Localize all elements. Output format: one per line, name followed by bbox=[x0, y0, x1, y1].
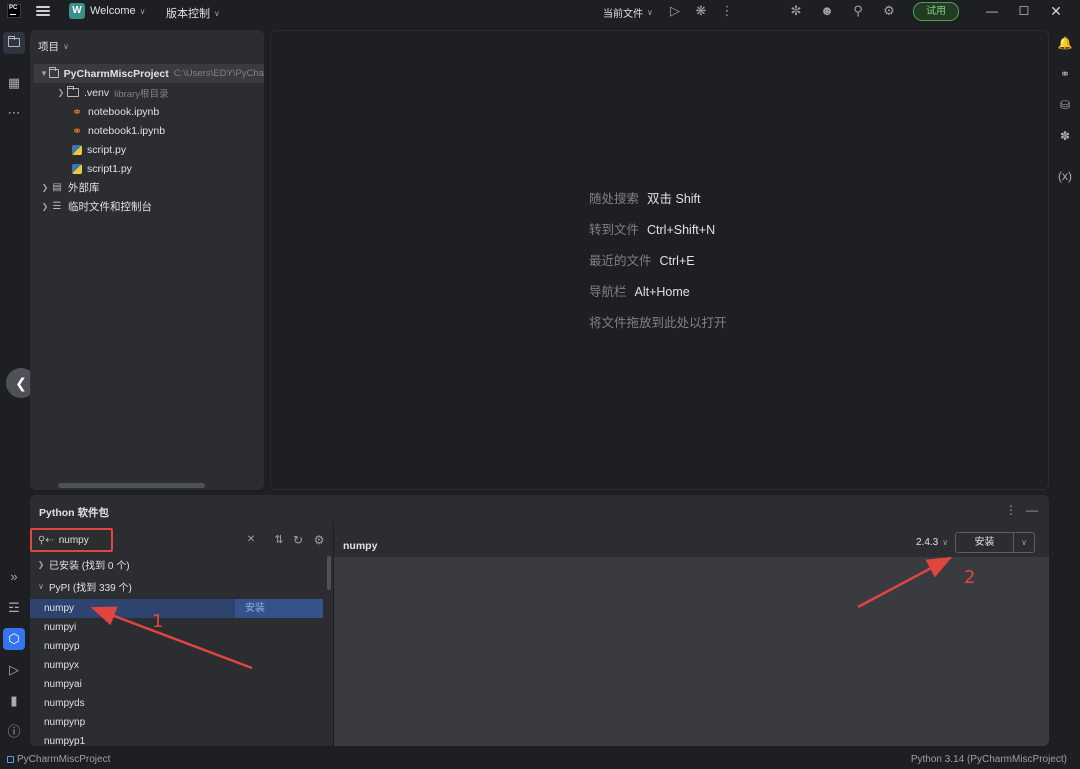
status-interpreter[interactable]: Python 3.14 (PyCharmMiscProject) bbox=[911, 754, 1067, 765]
annotation-number-1: 1 bbox=[152, 611, 164, 632]
annotation-number-2: 2 bbox=[964, 567, 976, 588]
status-bar: PyCharmMiscProject Python 3.14 (PyCharmM… bbox=[0, 750, 1080, 769]
annotation-arrow-2 bbox=[857, 556, 953, 609]
annotation-arrow-1 bbox=[90, 606, 253, 670]
annotation-overlay bbox=[90, 556, 953, 670]
status-project-name[interactable]: PyCharmMiscProject bbox=[17, 754, 110, 765]
project-icon bbox=[7, 756, 14, 763]
